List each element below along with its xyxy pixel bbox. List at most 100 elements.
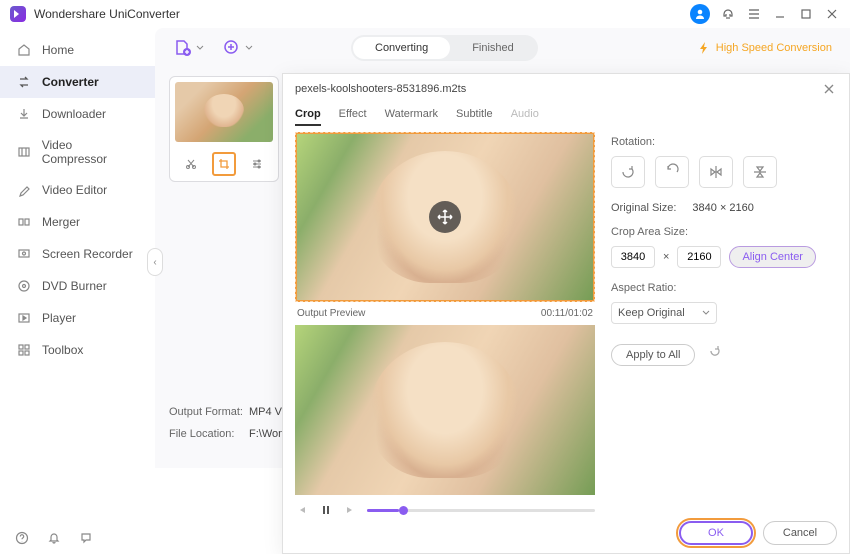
file-card[interactable] — [169, 76, 279, 182]
bolt-icon — [698, 41, 710, 55]
sidebar-item-merger[interactable]: Merger — [0, 206, 155, 238]
file-location-label: File Location: — [169, 428, 249, 440]
chevron-down-icon — [245, 44, 253, 52]
file-thumbnail — [175, 82, 273, 142]
tab-crop[interactable]: Crop — [295, 104, 321, 126]
chevron-down-icon — [702, 309, 710, 317]
status-segmented: Converting Finished — [351, 35, 538, 61]
support-icon[interactable] — [720, 6, 736, 22]
crop-dialog: pexels-koolshooters-8531896.m2ts Crop Ef… — [282, 73, 850, 554]
titlebar: Wondershare UniConverter — [0, 0, 850, 28]
file-tools — [175, 148, 273, 176]
flip-horizontal-button[interactable] — [699, 156, 733, 188]
sidebar-item-converter[interactable]: Converter — [0, 66, 155, 98]
high-speed-toggle[interactable]: High Speed Conversion — [698, 41, 832, 55]
apply-to-all-button[interactable]: Apply to All — [611, 344, 695, 366]
sidebar-item-label: Downloader — [42, 107, 106, 121]
minimize-icon[interactable] — [772, 6, 788, 22]
sidebar-collapse[interactable]: ‹ — [147, 248, 163, 276]
sidebar-item-editor[interactable]: Video Editor — [0, 174, 155, 206]
output-format-label: Output Format: — [169, 406, 249, 418]
crop-width-input[interactable] — [611, 246, 655, 268]
sidebar-item-label: Player — [42, 311, 76, 325]
sidebar-item-recorder[interactable]: Screen Recorder — [0, 238, 155, 270]
reset-icon[interactable] — [708, 344, 722, 358]
sidebar-item-label: Home — [42, 43, 74, 57]
times-label: × — [663, 251, 669, 263]
sidebar-item-label: Video Compressor — [42, 138, 139, 166]
compress-icon — [16, 144, 32, 160]
user-avatar[interactable] — [690, 4, 710, 24]
sidebar-item-player[interactable]: Player — [0, 302, 155, 334]
sidebar-item-label: Video Editor — [42, 183, 107, 197]
sidebar: Home Converter Downloader Video Compress… — [0, 28, 155, 468]
converter-icon — [16, 74, 32, 90]
progress-bar[interactable] — [367, 509, 595, 512]
tab-effect[interactable]: Effect — [339, 104, 367, 126]
editor-icon — [16, 182, 32, 198]
prev-button[interactable] — [295, 503, 309, 517]
app-title: Wondershare UniConverter — [34, 7, 180, 21]
settings-button[interactable] — [245, 152, 269, 176]
original-size-value: 3840 × 2160 — [692, 202, 753, 214]
dialog-tabs: Crop Effect Watermark Subtitle Audio — [283, 104, 849, 126]
dialog-footer: OK Cancel — [679, 521, 837, 545]
ok-button[interactable]: OK — [679, 521, 753, 545]
sidebar-item-label: Merger — [42, 215, 80, 229]
player-controls — [295, 503, 595, 517]
crop-height-input[interactable] — [677, 246, 721, 268]
help-icon[interactable] — [14, 530, 30, 546]
trim-button[interactable] — [179, 152, 203, 176]
pause-button[interactable] — [319, 503, 333, 517]
output-preview — [295, 325, 595, 495]
crop-controls: Rotation: Original Size: 3840 × 2160 Cro… — [611, 132, 837, 495]
maximize-icon[interactable] — [798, 6, 814, 22]
rotate-cw-button[interactable] — [611, 156, 645, 188]
tab-finished[interactable]: Finished — [450, 37, 536, 59]
flip-vertical-button[interactable] — [743, 156, 777, 188]
crop-button[interactable] — [212, 152, 236, 176]
rotate-ccw-button[interactable] — [655, 156, 689, 188]
tab-converting[interactable]: Converting — [353, 37, 450, 59]
crop-area-label: Crop Area Size: — [611, 226, 837, 238]
merger-icon — [16, 214, 32, 230]
move-handle-icon[interactable] — [429, 201, 461, 233]
chevron-down-icon — [196, 44, 204, 52]
tab-watermark[interactable]: Watermark — [385, 104, 438, 126]
add-folder-button[interactable] — [222, 38, 253, 58]
sidebar-item-label: Converter — [42, 75, 99, 89]
sidebar-item-label: Screen Recorder — [42, 247, 133, 261]
align-center-button[interactable]: Align Center — [729, 246, 816, 268]
sidebar-item-dvd[interactable]: DVD Burner — [0, 270, 155, 302]
player-icon — [16, 310, 32, 326]
sidebar-item-home[interactable]: Home — [0, 34, 155, 66]
dvd-icon — [16, 278, 32, 294]
sidebar-item-downloader[interactable]: Downloader — [0, 98, 155, 130]
crop-preview[interactable] — [295, 132, 595, 302]
download-icon — [16, 106, 32, 122]
next-button[interactable] — [343, 503, 357, 517]
aspect-ratio-label: Aspect Ratio: — [611, 282, 837, 294]
dialog-header: pexels-koolshooters-8531896.m2ts — [283, 74, 849, 104]
recorder-icon — [16, 246, 32, 262]
output-preview-label: Output Preview — [297, 308, 365, 319]
aspect-ratio-select[interactable]: Keep Original — [611, 302, 717, 324]
tab-subtitle[interactable]: Subtitle — [456, 104, 493, 126]
original-size-label: Original Size: — [611, 202, 676, 214]
bell-icon[interactable] — [46, 530, 62, 546]
close-icon[interactable] — [824, 6, 840, 22]
sidebar-item-label: Toolbox — [42, 343, 83, 357]
add-file-button[interactable] — [173, 38, 204, 58]
menu-icon[interactable] — [746, 6, 762, 22]
tab-audio[interactable]: Audio — [511, 104, 539, 126]
rotation-label: Rotation: — [611, 136, 837, 148]
main-toolbar: Converting Finished High Speed Conversio… — [155, 28, 850, 68]
sidebar-item-compressor[interactable]: Video Compressor — [0, 130, 155, 174]
dialog-close-icon[interactable] — [821, 81, 837, 97]
feedback-icon[interactable] — [78, 530, 94, 546]
sidebar-item-toolbox[interactable]: Toolbox — [0, 334, 155, 366]
cancel-button[interactable]: Cancel — [763, 521, 837, 545]
app-logo-icon — [10, 6, 26, 22]
dialog-filename: pexels-koolshooters-8531896.m2ts — [295, 83, 466, 95]
sidebar-item-label: DVD Burner — [42, 279, 107, 293]
